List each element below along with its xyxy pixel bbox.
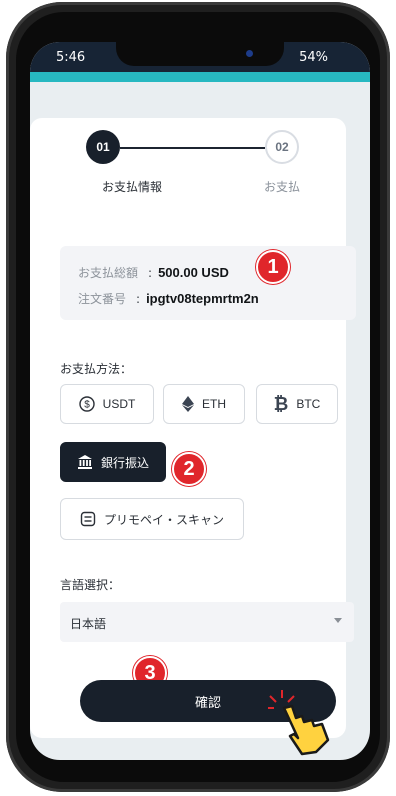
colon: : xyxy=(136,292,141,306)
payment-method-label: お支払方法： xyxy=(60,362,133,376)
ethereum-icon xyxy=(182,396,194,412)
annotation-badge-1: 1 xyxy=(256,250,290,284)
usdt-icon: $ xyxy=(78,396,95,412)
accent-strip xyxy=(30,72,370,82)
scan-icon xyxy=(80,511,96,527)
camera-icon xyxy=(246,50,253,57)
step-connector xyxy=(120,147,265,149)
pay-option-label: プリモペイ・スキャン xyxy=(103,512,224,527)
pay-option-usdt[interactable]: $ USDT xyxy=(60,384,154,424)
order-label: 注文番号 xyxy=(78,292,127,306)
language-select[interactable]: 日本語 xyxy=(60,602,354,642)
annotation-badge-2: 2 xyxy=(172,452,206,486)
svg-text:$: $ xyxy=(84,400,90,411)
total-row: お支払総額:500.00 USD xyxy=(78,264,229,281)
pointer-hand-icon xyxy=(268,690,330,756)
pay-option-btc[interactable]: ₿ BTC xyxy=(256,384,338,424)
pay-option-eth[interactable]: ETH xyxy=(163,384,245,424)
bank-icon xyxy=(77,454,93,470)
language-value: 日本語 xyxy=(70,617,107,631)
status-bar: 5:46 54% xyxy=(30,42,370,72)
pay-option-label: 銀行振込 xyxy=(100,455,149,470)
pay-option-bank-transfer[interactable]: 銀行振込 xyxy=(60,442,166,482)
bitcoin-icon: ₿ xyxy=(273,393,289,414)
step-2-label: お支払 xyxy=(264,180,301,194)
notch xyxy=(116,42,284,66)
total-value: 500.00 USD xyxy=(158,265,229,280)
step-1-label: お支払情報 xyxy=(102,180,163,194)
battery-indicator: 54% xyxy=(299,50,328,65)
pay-option-label: USDT xyxy=(102,397,136,411)
payment-card xyxy=(30,118,346,738)
step-1-indicator: 01 xyxy=(86,130,120,164)
pay-option-primopay-scan[interactable]: プリモペイ・スキャン xyxy=(60,498,244,540)
order-row: 注文番号: ipgtv08tepmrtm2n xyxy=(78,290,259,307)
payment-summary: お支払総額:500.00 USD 注文番号: ipgtv08tepmrtm2n xyxy=(60,246,356,320)
colon: : xyxy=(148,266,153,280)
status-time: 5:46 xyxy=(56,50,86,65)
step-2-indicator: 02 xyxy=(265,130,299,164)
chevron-down-icon xyxy=(334,618,342,623)
total-label: お支払総額 xyxy=(78,266,139,280)
pay-option-label: BTC xyxy=(296,397,321,411)
language-label: 言語選択： xyxy=(60,578,121,592)
pay-option-label: ETH xyxy=(202,397,226,411)
order-value: ipgtv08tepmrtm2n xyxy=(146,291,259,306)
